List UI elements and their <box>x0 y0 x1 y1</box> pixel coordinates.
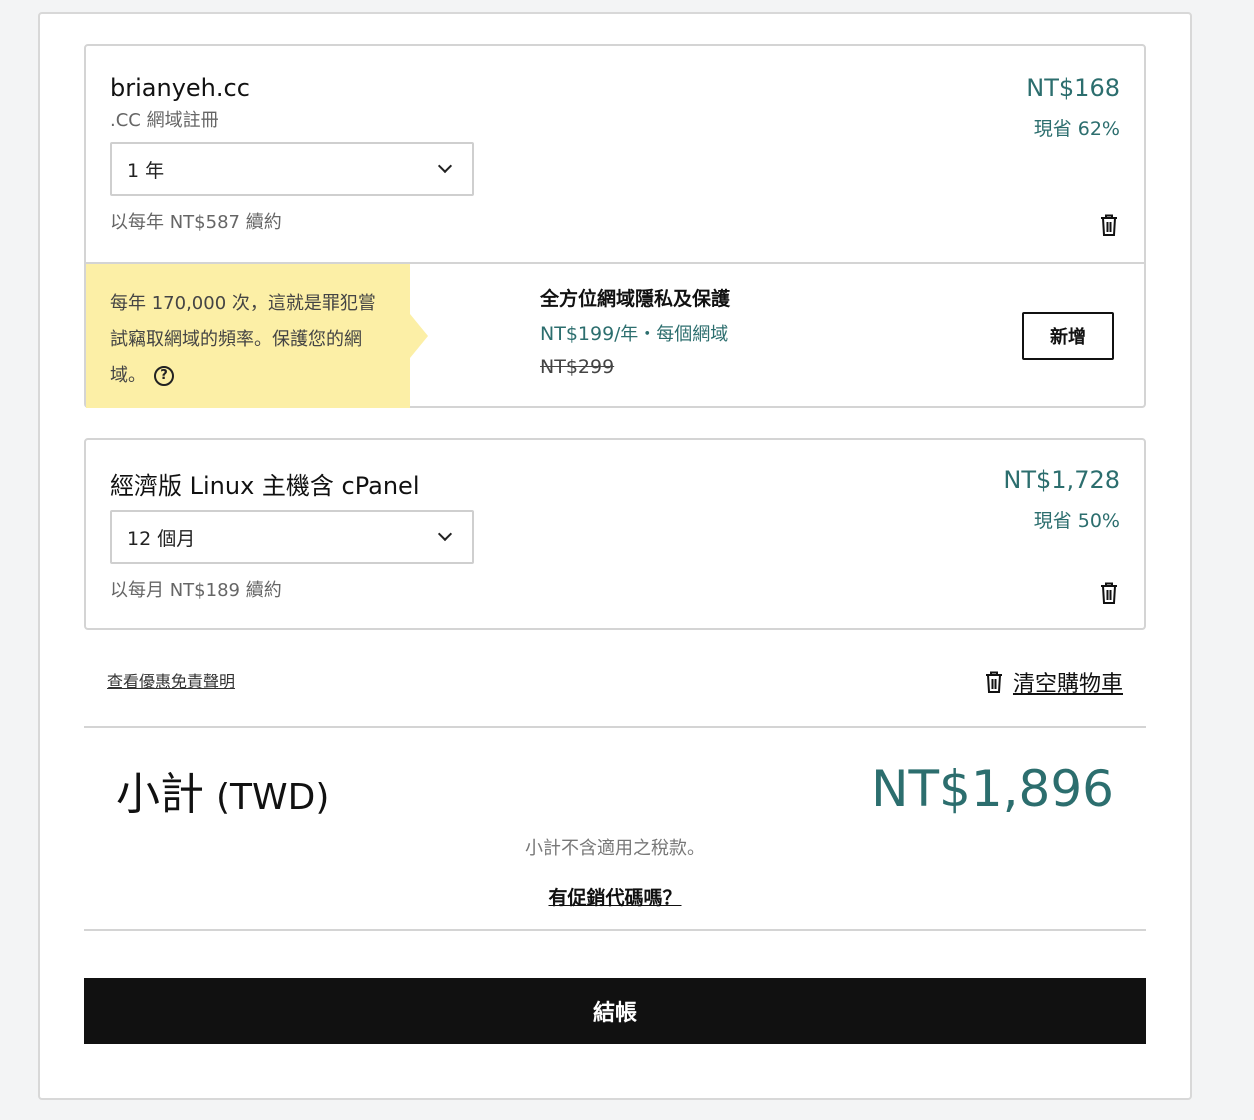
domain-name: brianyeh.cc <box>110 74 250 102</box>
privacy-title: 全方位網域隱私及保護 <box>540 288 731 310</box>
subtotal-text: 小計 <box>116 769 204 820</box>
domain-cart-item: brianyeh.cc .CC 網域註冊 1 年 以每年 NT$587 續約 N… <box>84 44 1146 408</box>
domain-renewal-text: 以每年 NT$587 續約 <box>110 212 282 233</box>
hosting-term-select[interactable]: 12 個月 <box>110 510 474 564</box>
privacy-price: NT$199/年・每個網域 <box>540 320 728 346</box>
hosting-price: NT$1,728 <box>1003 466 1120 494</box>
question-circle-icon[interactable]: ? <box>154 366 174 386</box>
hosting-term-value: 12 個月 <box>127 527 196 550</box>
privacy-price-suffix: /年・每個網域 <box>614 324 729 345</box>
trash-icon[interactable] <box>1100 214 1118 236</box>
domain-savings: 現省 62% <box>1033 118 1120 140</box>
hosting-name: 經濟版 Linux 主機含 cPanel <box>110 472 420 500</box>
privacy-price-value: NT$199 <box>540 323 615 345</box>
currency-label: (TWD) <box>216 777 330 818</box>
subtotal-amount: NT$1,896 <box>871 760 1114 818</box>
privacy-original-price: NT$299 <box>540 356 615 378</box>
domain-term-select[interactable]: 1 年 <box>110 142 474 196</box>
promo-code-link: 有促銷代碼嗎？ <box>0 883 1230 910</box>
checkout-button[interactable]: 結帳 <box>84 978 1146 1044</box>
tax-note: 小計不含適用之稅款。 <box>525 838 705 859</box>
divider <box>84 726 1146 728</box>
trash-icon[interactable] <box>1100 582 1118 604</box>
hosting-cart-item: 經濟版 Linux 主機含 cPanel 12 個月 以每月 NT$189 續約… <box>84 438 1146 630</box>
clear-cart-label: 清空購物車 <box>1012 672 1123 697</box>
offer-disclaimer-link[interactable]: 查看優惠免責聲明 <box>107 668 235 692</box>
hosting-savings: 現省 50% <box>1033 510 1120 532</box>
callout-text: 每年 170,000 次，這就是罪犯嘗試竊取網域的頻率。保護您的網域。 <box>110 293 376 386</box>
privacy-upsell: 每年 170,000 次，這就是罪犯嘗試竊取網域的頻率。保護您的網域。? 全方位… <box>86 262 1144 408</box>
hosting-renewal-text: 以每月 NT$189 續約 <box>110 580 282 601</box>
promo-code-link-text[interactable]: 有促銷代碼嗎？ <box>548 887 681 909</box>
privacy-callout: 每年 170,000 次，這就是罪犯嘗試竊取網域的頻率。保護您的網域。? <box>86 264 410 408</box>
domain-price: NT$168 <box>1026 74 1120 102</box>
divider <box>84 929 1146 931</box>
chevron-down-icon <box>437 526 453 542</box>
add-privacy-button[interactable]: 新增 <box>1022 312 1114 360</box>
trash-icon <box>985 671 1003 693</box>
callout-arrow <box>410 314 428 358</box>
subtotal-label: 小計 (TWD) <box>116 758 329 822</box>
clear-cart-button[interactable]: 清空購物車 <box>985 666 1123 698</box>
domain-term-value: 1 年 <box>127 159 165 182</box>
chevron-down-icon <box>437 158 453 174</box>
domain-type: .CC 網域註冊 <box>110 110 219 131</box>
